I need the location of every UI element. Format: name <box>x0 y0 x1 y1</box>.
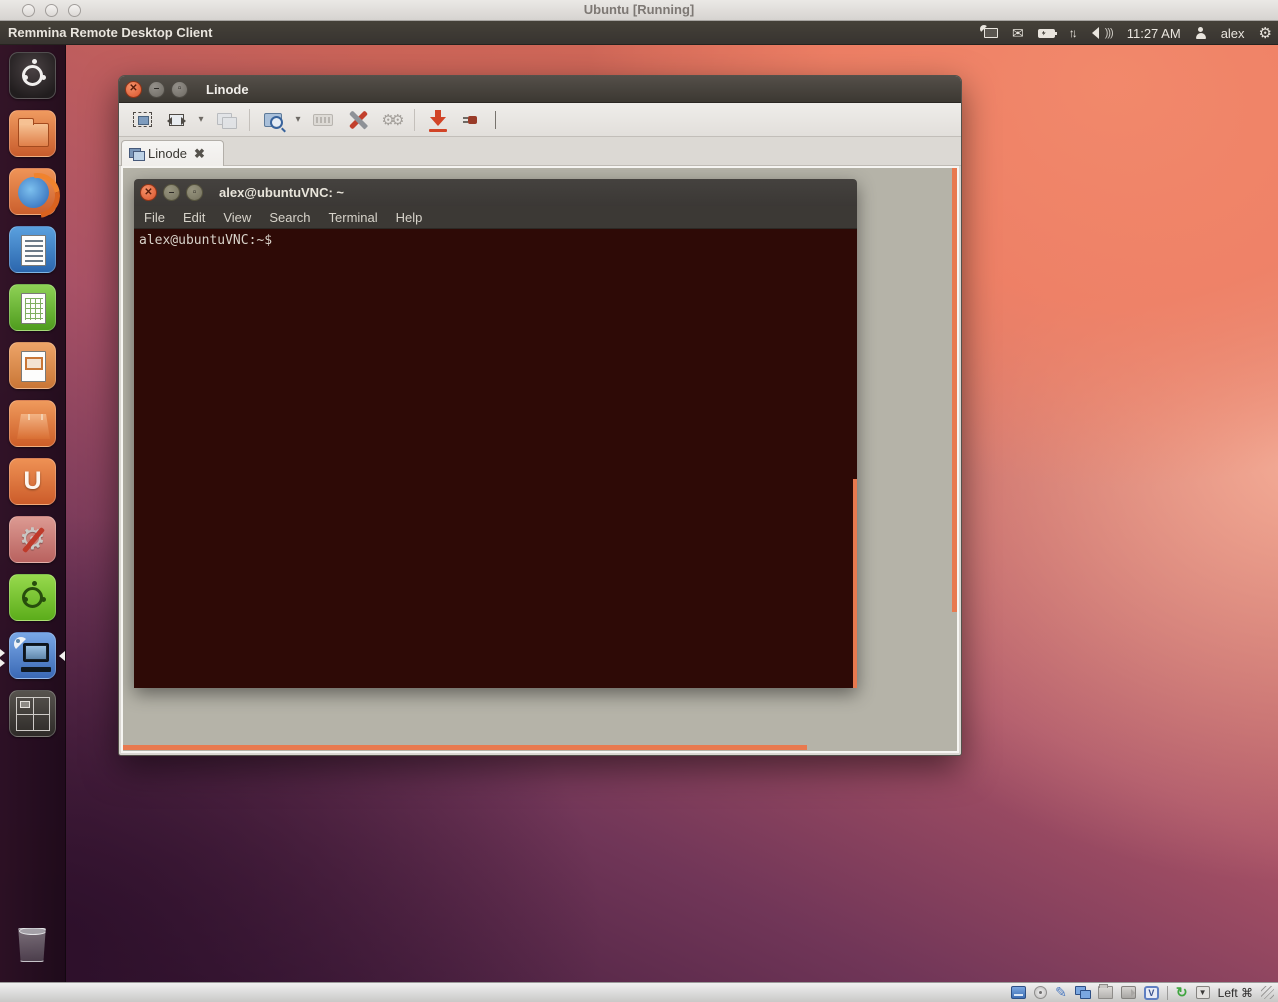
username-label[interactable]: alex <box>1221 26 1245 41</box>
terminal-titlebar[interactable]: ✕ – ▫ alex@ubuntuVNC: ~ <box>134 179 857 206</box>
fullscreen-button[interactable] <box>127 106 157 134</box>
virtualbox-statusbar: ✎ V ↻ ▼ Left ⌘ <box>0 982 1278 1002</box>
keyboard-grab-button[interactable] <box>308 106 338 134</box>
host-key-label: Left ⌘ <box>1218 986 1253 1000</box>
libreoffice-calc-icon[interactable] <box>9 284 56 331</box>
menu-view[interactable]: View <box>223 210 251 225</box>
scaled-mode-button[interactable] <box>161 106 191 134</box>
terminal-maximize-button[interactable]: ▫ <box>186 184 203 201</box>
mouse-integration-icon[interactable]: ↻ <box>1176 986 1188 999</box>
scaled-mode-dropdown[interactable]: ▾ <box>195 114 207 125</box>
firefox-icon[interactable] <box>9 168 56 215</box>
keyboard-capture-icon[interactable]: ▼ <box>1196 986 1210 999</box>
libreoffice-writer-icon[interactable] <box>9 226 56 273</box>
workspace-switcher-icon[interactable] <box>9 690 56 737</box>
mail-icon[interactable]: ✉ <box>1012 26 1024 40</box>
menu-file[interactable]: File <box>144 210 165 225</box>
remmina-window: ✕ – ▫ Linode ▾ ▾ ⚙⚙ Linode ✖ <box>118 75 962 756</box>
remmina-launcher-icon[interactable] <box>9 632 56 679</box>
disconnect-plug-button[interactable] <box>457 106 487 134</box>
remote-view-frame: ✕ – ▫ alex@ubuntuVNC: ~ File Edit View S… <box>121 166 959 753</box>
running-indicator-arrows <box>0 649 9 669</box>
terminal-minimize-button[interactable]: – <box>163 184 180 201</box>
window-minimize-button[interactable]: – <box>148 81 165 98</box>
remmina-titlebar[interactable]: ✕ – ▫ Linode <box>119 76 961 103</box>
tab-close-icon[interactable]: ✖ <box>194 146 205 162</box>
screenshot-download-button[interactable] <box>423 106 453 134</box>
clock[interactable]: 11:27 AM <box>1127 26 1181 41</box>
tools-button[interactable] <box>342 106 372 134</box>
terminal-body[interactable]: alex@ubuntuVNC:~$ <box>134 229 857 688</box>
shared-folders-icon[interactable] <box>1098 986 1113 999</box>
screen: Ubuntu [Running] Remmina Remote Desktop … <box>0 0 1278 1002</box>
ubuntu-software-center-icon[interactable] <box>9 400 56 447</box>
unity-menubar: Remmina Remote Desktop Client ✉ ↑↓ ))) 1… <box>0 21 1278 45</box>
hard-disks-icon[interactable] <box>1011 986 1026 999</box>
terminal-close-button[interactable]: ✕ <box>140 184 157 201</box>
window-close-button[interactable]: ✕ <box>125 81 142 98</box>
zoom-dropdown[interactable]: ▾ <box>292 114 304 125</box>
dash-home-icon[interactable] <box>9 52 56 99</box>
remote-desktop[interactable]: ✕ – ▫ alex@ubuntuVNC: ~ File Edit View S… <box>123 168 957 751</box>
connection-tab-linode[interactable]: Linode ✖ <box>121 140 224 166</box>
trash-icon[interactable] <box>9 922 56 969</box>
session-gear-icon[interactable]: ⚙ <box>1259 24 1272 42</box>
volume-icon[interactable]: ))) <box>1092 27 1113 39</box>
indicator-area: ✉ ↑↓ ))) 11:27 AM alex ⚙ <box>984 21 1272 45</box>
libreoffice-impress-icon[interactable] <box>9 342 56 389</box>
ubuntu-software-green-icon[interactable] <box>9 574 56 621</box>
menu-search[interactable]: Search <box>269 210 310 225</box>
terminal-title: alex@ubuntuVNC: ~ <box>219 185 344 200</box>
home-folder-icon[interactable] <box>9 110 56 157</box>
zoom-button[interactable] <box>258 106 288 134</box>
toolbar-cursor-line <box>495 111 496 129</box>
remmina-window-title: Linode <box>206 82 249 97</box>
active-app-title[interactable]: Remmina Remote Desktop Client <box>8 25 212 40</box>
settings-gears-button[interactable]: ⚙⚙ <box>376 106 406 134</box>
toolbar-separator <box>249 109 250 131</box>
focused-indicator-arrow <box>54 651 65 661</box>
shell-prompt: alex@ubuntuVNC:~$ <box>139 233 272 248</box>
menu-terminal[interactable]: Terminal <box>329 210 378 225</box>
toolbar-separator <box>414 109 415 131</box>
menu-edit[interactable]: Edit <box>183 210 205 225</box>
ubuntu-one-icon[interactable]: U <box>9 458 56 505</box>
window-maximize-button[interactable]: ▫ <box>171 81 188 98</box>
terminal-window[interactable]: ✕ – ▫ alex@ubuntuVNC: ~ File Edit View S… <box>134 179 857 688</box>
connection-tab-icon <box>129 148 143 159</box>
render-artifact-stripe <box>123 745 807 750</box>
render-artifact-stripe <box>952 168 957 612</box>
unity-launcher: U ⚙ <box>0 45 66 982</box>
virtualbox-features-icon[interactable]: V <box>1144 986 1159 1000</box>
host-window-titlebar: Ubuntu [Running] <box>0 0 1278 21</box>
statusbar-separator <box>1167 986 1168 1000</box>
network-adapters-icon[interactable] <box>1075 986 1090 999</box>
host-window-title: Ubuntu [Running] <box>0 2 1278 17</box>
remmina-applet-icon[interactable] <box>984 28 998 38</box>
resize-grip[interactable] <box>1261 986 1274 999</box>
connection-tab-label: Linode <box>148 146 187 161</box>
user-icon[interactable] <box>1195 27 1207 39</box>
duplicate-connection-button[interactable] <box>211 106 241 134</box>
remmina-toolbar: ▾ ▾ ⚙⚙ <box>119 103 961 137</box>
optical-drives-icon[interactable] <box>1034 986 1047 999</box>
remmina-tabbar: Linode ✖ <box>119 137 961 166</box>
network-traffic-icon[interactable]: ↑↓ <box>1069 26 1078 40</box>
terminal-menubar: File Edit View Search Terminal Help <box>134 206 857 229</box>
battery-icon[interactable] <box>1038 29 1055 38</box>
usb-icon[interactable]: ✎ <box>1055 986 1067 999</box>
menu-help[interactable]: Help <box>396 210 423 225</box>
render-artifact-stripe <box>853 479 857 688</box>
system-settings-icon[interactable]: ⚙ <box>9 516 56 563</box>
video-capture-icon[interactable] <box>1121 986 1136 999</box>
